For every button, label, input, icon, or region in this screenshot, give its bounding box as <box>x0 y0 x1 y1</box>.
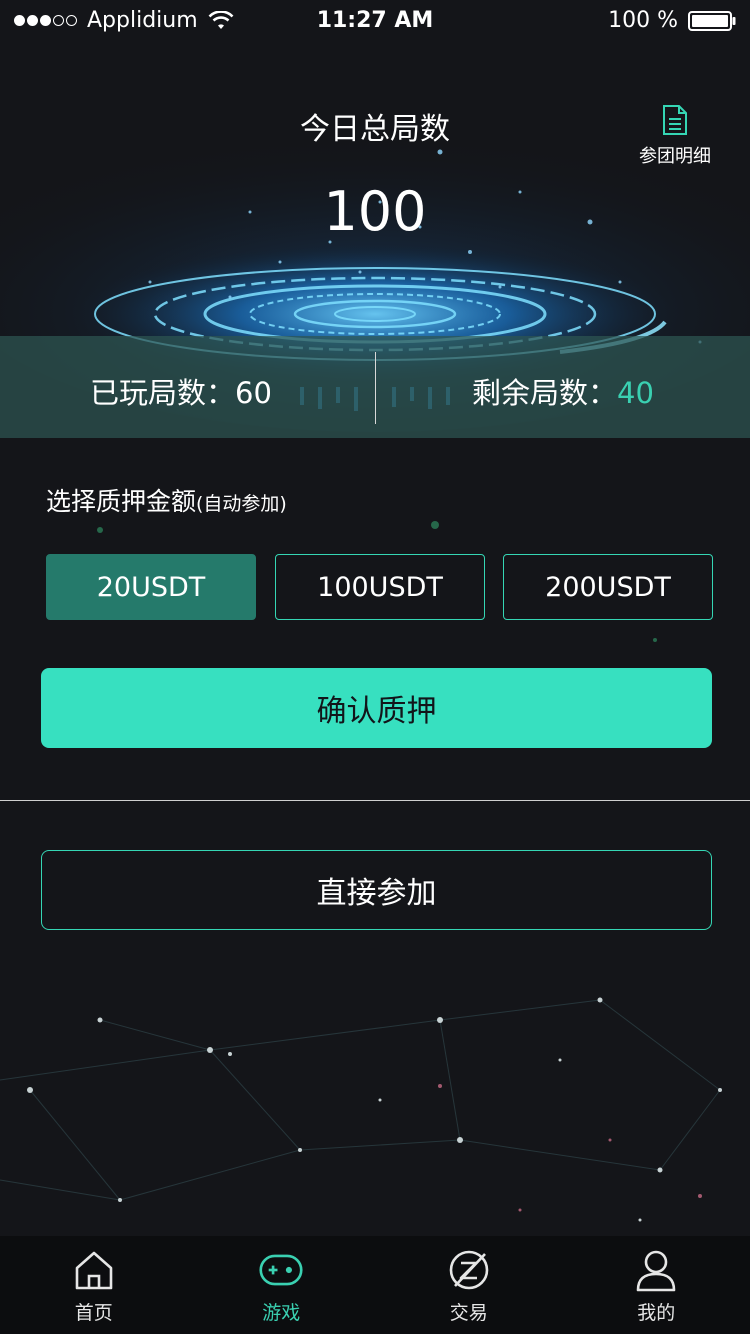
group-detail-label: 参团明细 <box>639 146 711 167</box>
tab-game-label: 游戏 <box>262 1302 301 1324</box>
battery-icon <box>688 10 736 31</box>
tab-mine[interactable]: 我的 <box>563 1236 750 1334</box>
played-games-label: 已玩局数： <box>90 376 236 410</box>
tab-bar: 首页 游戏 交易 我的 <box>0 1236 750 1334</box>
status-right: 100 % <box>608 8 736 33</box>
amount-option-100usdt[interactable]: 100USDT <box>275 554 485 620</box>
amount-option-200usdt[interactable]: 200USDT <box>503 554 713 620</box>
home-icon <box>75 1251 113 1290</box>
join-directly-button[interactable]: 直接参加 <box>41 850 712 930</box>
remaining-games-value: 40 <box>617 376 654 410</box>
tab-home-label: 首页 <box>74 1302 113 1324</box>
played-games-stat: 已玩局数：60 <box>90 370 272 412</box>
tab-game[interactable]: 游戏 <box>188 1236 376 1334</box>
stake-title: 选择质押金额 <box>46 487 197 516</box>
status-bar: Applidium 11:27 AM 100 % <box>0 0 750 42</box>
confirm-stake-button[interactable]: 确认质押 <box>41 668 712 748</box>
total-games-count: 100 <box>323 180 427 243</box>
remaining-games-stat: 剩余局数：40 <box>472 370 654 412</box>
tab-trade-label: 交易 <box>449 1302 488 1324</box>
user-icon <box>636 1250 676 1292</box>
played-games-value: 60 <box>235 376 272 410</box>
amount-option-20usdt[interactable]: 20USDT <box>46 554 256 620</box>
tab-trade[interactable]: 交易 <box>375 1236 563 1334</box>
section-divider <box>0 800 750 801</box>
document-icon <box>663 105 687 135</box>
trade-icon <box>449 1250 489 1290</box>
stake-section-title: 选择质押金额(自动参加) <box>46 482 287 518</box>
remaining-games-label: 剩余局数： <box>472 376 618 410</box>
battery-percent: 100 % <box>608 8 678 33</box>
stake-title-note: (自动参加) <box>196 493 287 515</box>
stats-divider <box>375 352 376 424</box>
group-detail-link[interactable]: 参团明细 <box>630 104 720 168</box>
hero-panel: 今日总局数 100 参团明细 已玩局数：60 剩余局数：40 <box>0 42 750 438</box>
tab-home[interactable]: 首页 <box>0 1236 188 1334</box>
tab-mine-label: 我的 <box>637 1302 676 1324</box>
gamepad-icon <box>259 1254 303 1286</box>
